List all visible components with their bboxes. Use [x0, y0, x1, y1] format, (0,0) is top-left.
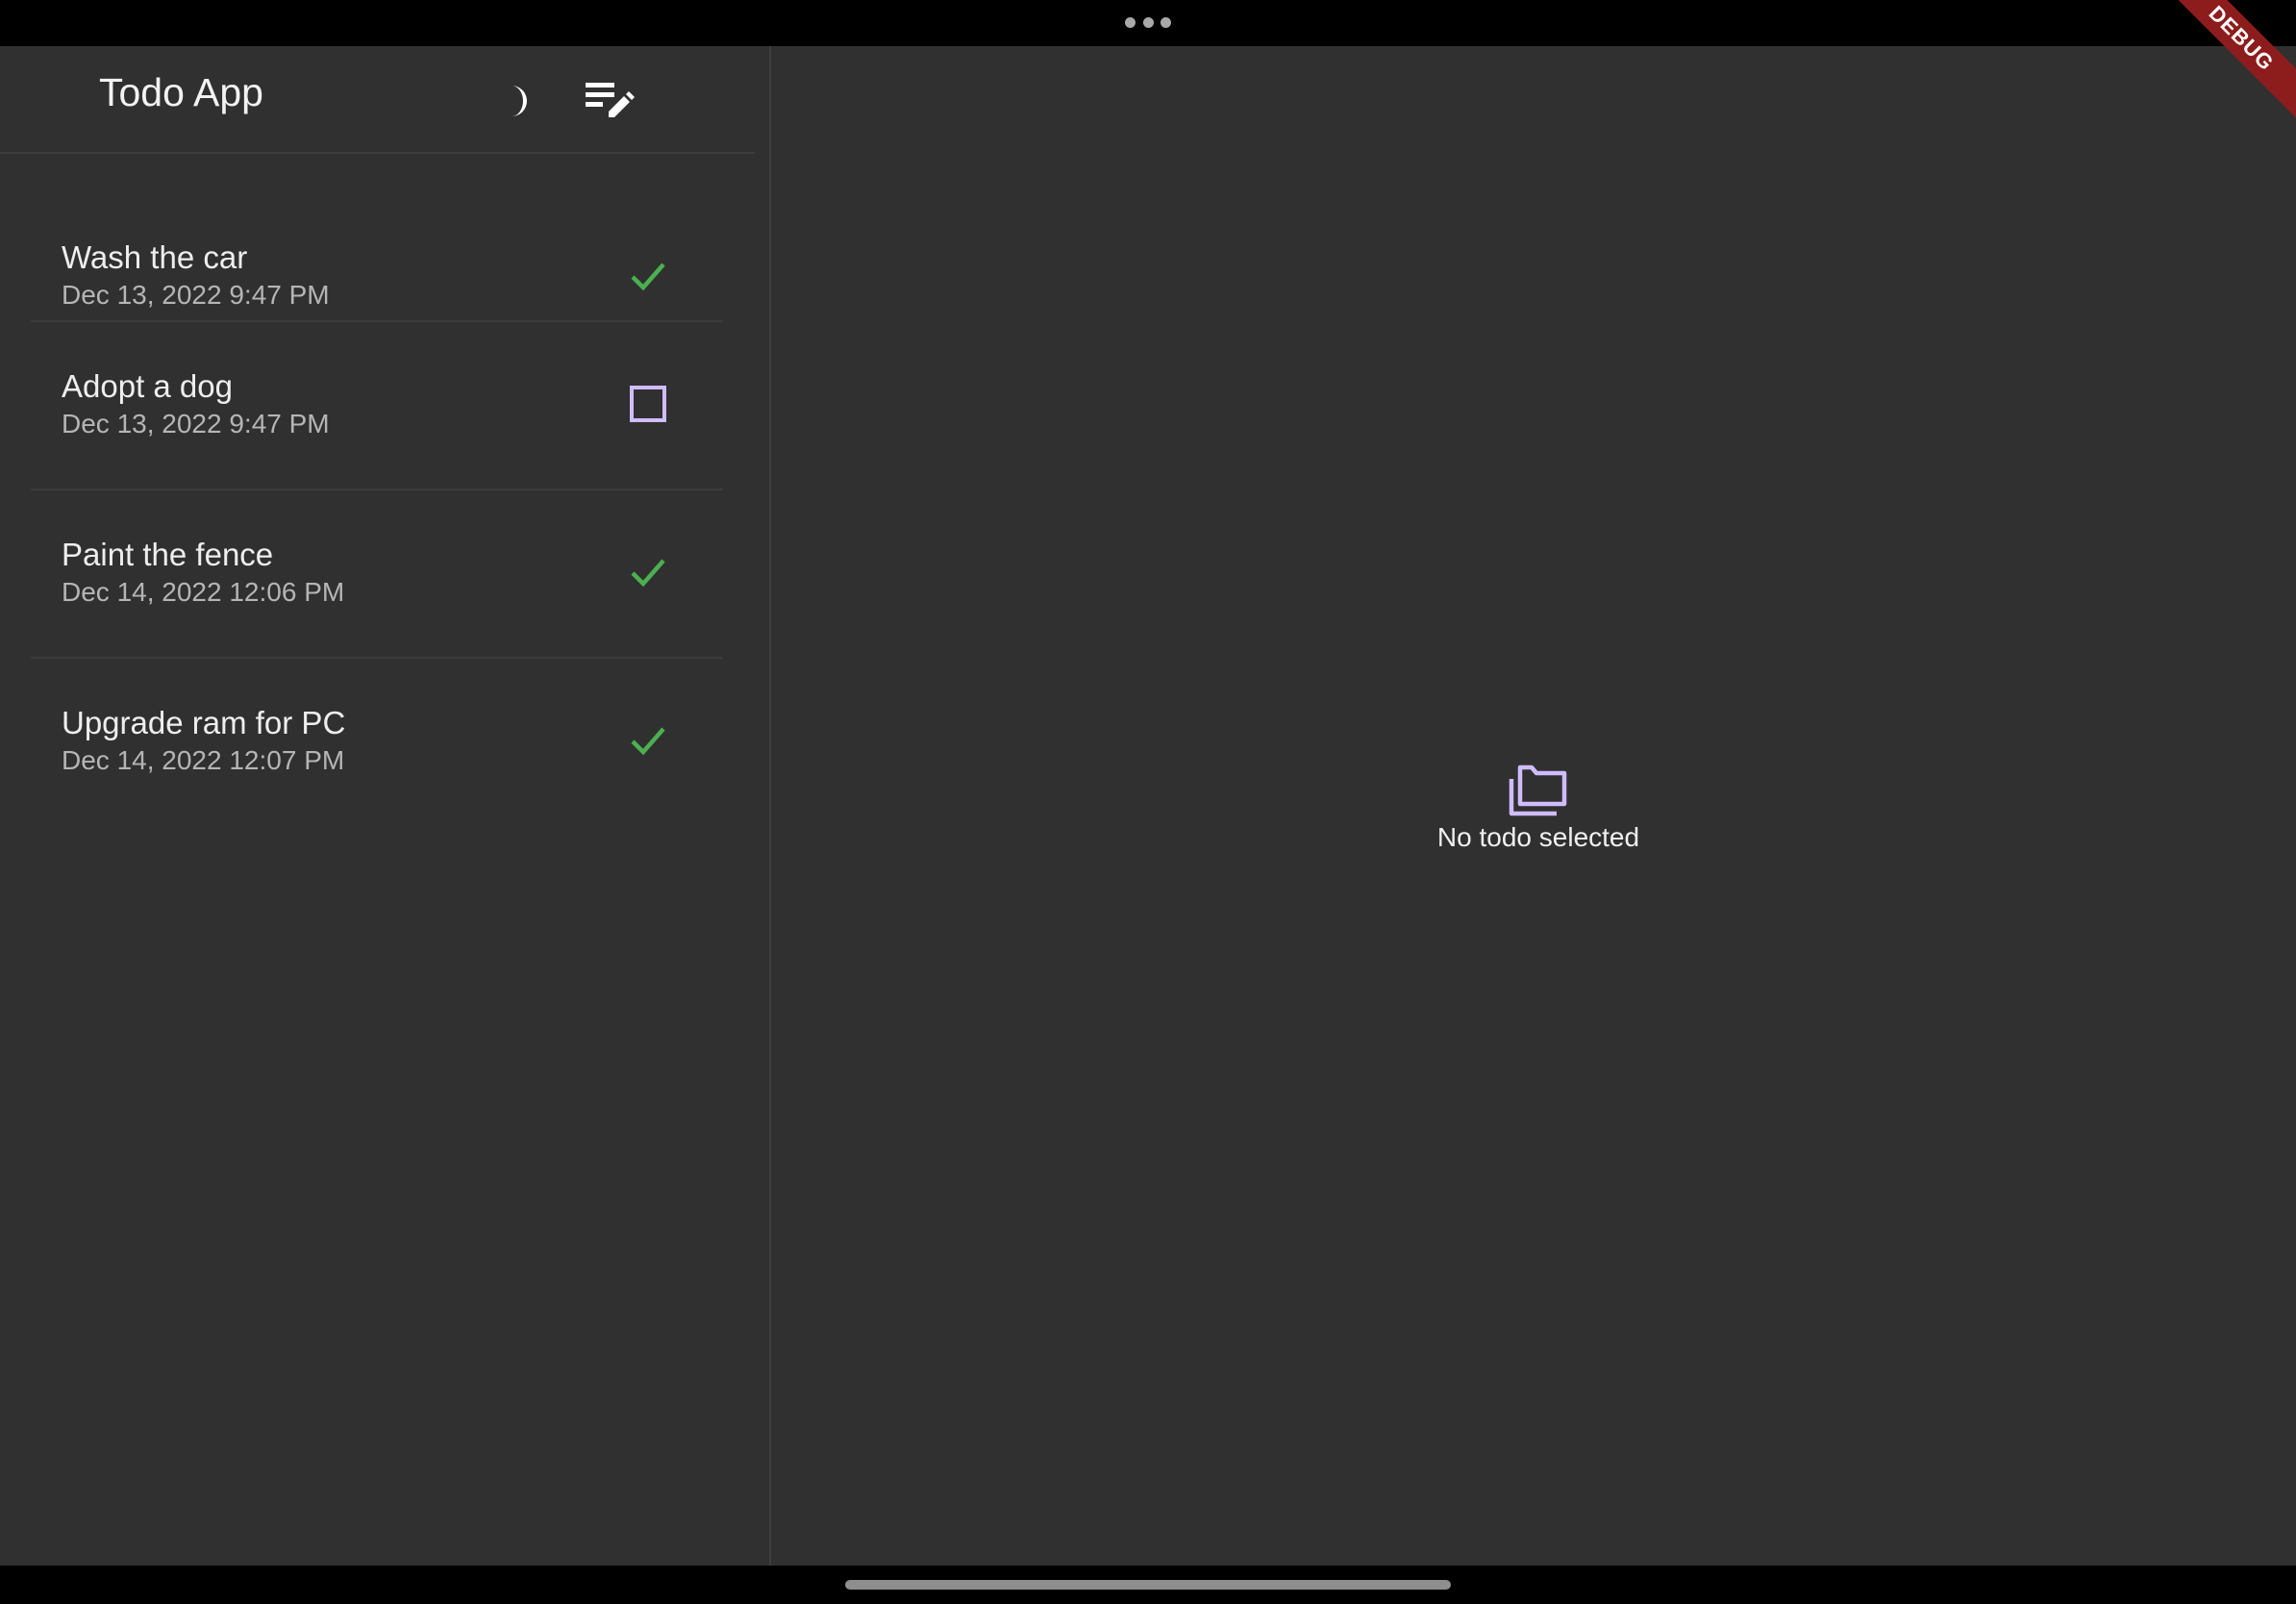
todo-title: Upgrade ram for PC — [62, 705, 346, 740]
todo-date: Dec 13, 2022 9:47 PM — [62, 409, 330, 439]
todo-title: Wash the car — [62, 239, 248, 275]
dot-icon — [1125, 16, 1136, 28]
edit-todos-button[interactable] — [579, 70, 640, 132]
todo-date: Dec 14, 2022 12:06 PM — [62, 577, 345, 607]
app-title: Todo App — [99, 70, 263, 114]
device-screen: Todo App Wash the car Dec 13, 2022 9:47 … — [0, 0, 2296, 1604]
theme-toggle-button[interactable] — [487, 70, 548, 132]
todo-status[interactable] — [619, 543, 677, 601]
todo-title: Paint the fence — [62, 537, 274, 572]
home-indicator[interactable] — [845, 1580, 1451, 1590]
folders-icon — [1509, 764, 1567, 816]
dot-icon — [1160, 16, 1171, 28]
checkbox-unchecked-icon — [630, 386, 666, 422]
todo-date: Dec 13, 2022 9:47 PM — [62, 280, 330, 310]
check-icon — [631, 727, 665, 756]
check-icon — [631, 559, 665, 588]
todo-item[interactable]: Upgrade ram for PC Dec 14, 2022 12:07 PM — [31, 659, 723, 827]
todo-item[interactable]: Wash the car Dec 13, 2022 9:47 PM — [31, 192, 723, 322]
bottom-bar — [0, 1566, 2296, 1604]
playlist-edit-icon — [586, 83, 635, 117]
check-icon — [631, 263, 665, 291]
multitasking-menu[interactable] — [1125, 16, 1171, 28]
todo-sidebar: Todo App Wash the car Dec 13, 2022 9:47 … — [0, 46, 771, 1566]
todo-list: Wash the car Dec 13, 2022 9:47 PM Adopt … — [31, 192, 723, 827]
todo-title: Adopt a dog — [62, 368, 233, 404]
todo-date: Dec 14, 2022 12:07 PM — [62, 745, 345, 775]
moon-icon — [512, 86, 527, 116]
todo-status[interactable] — [619, 712, 677, 769]
dot-icon — [1142, 16, 1154, 28]
todo-item[interactable]: Paint the fence Dec 14, 2022 12:06 PM — [31, 490, 723, 659]
status-bar — [0, 0, 2296, 46]
app-window: Todo App Wash the car Dec 13, 2022 9:47 … — [0, 46, 2296, 1566]
todo-item[interactable]: Adopt a dog Dec 13, 2022 9:47 PM — [31, 322, 723, 490]
todo-checkbox[interactable] — [619, 375, 677, 433]
empty-state-text: No todo selected — [1436, 822, 1640, 852]
todo-status[interactable] — [619, 247, 677, 305]
app-bar: Todo App — [0, 46, 755, 154]
empty-state: No todo selected — [1288, 762, 1788, 854]
